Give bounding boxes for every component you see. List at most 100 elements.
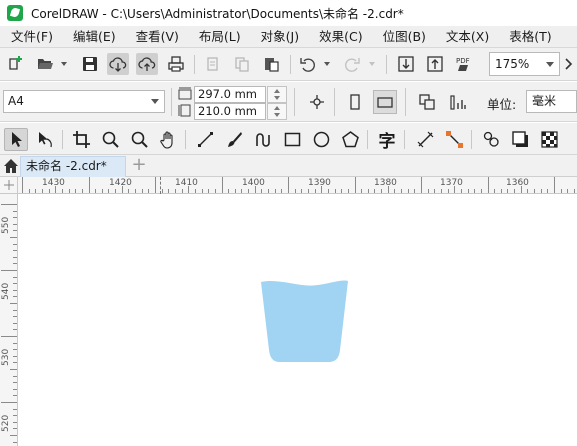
page-width-input[interactable]: 297.0 mm bbox=[194, 86, 266, 103]
menu-view[interactable]: 查看(V) bbox=[126, 26, 189, 48]
save-button[interactable] bbox=[79, 53, 101, 75]
document-tab-bar: 未命名 -2.cdr* + bbox=[0, 155, 577, 177]
shape-tool-button[interactable] bbox=[33, 128, 57, 151]
units-select[interactable]: 毫米 bbox=[526, 90, 577, 113]
align-to-page-button[interactable] bbox=[305, 90, 329, 114]
ruler-label: 1390 bbox=[308, 178, 331, 188]
ruler-tick bbox=[241, 189, 243, 193]
zoom-out-button[interactable] bbox=[127, 128, 151, 151]
menu-object[interactable]: 对象(J) bbox=[251, 26, 309, 48]
ruler-tick bbox=[95, 189, 97, 193]
export-button[interactable] bbox=[424, 53, 446, 75]
ruler-tick bbox=[294, 189, 296, 193]
ruler-origin[interactable] bbox=[0, 177, 18, 194]
ruler-origin-icon bbox=[4, 180, 14, 190]
menu-table[interactable]: 表格(T) bbox=[499, 26, 561, 48]
portrait-icon bbox=[350, 94, 360, 110]
menu-bitmaps[interactable]: 位图(B) bbox=[373, 26, 436, 48]
ruler-tick bbox=[41, 189, 43, 193]
import-button[interactable] bbox=[395, 53, 417, 75]
tab-document[interactable]: 未命名 -2.cdr* bbox=[20, 156, 126, 177]
crop-tool-button[interactable] bbox=[69, 128, 93, 151]
ruler-tick bbox=[28, 189, 30, 193]
ruler-tick bbox=[13, 382, 17, 384]
rectangle-tool-button[interactable] bbox=[280, 128, 304, 151]
cloud-download-button[interactable] bbox=[107, 53, 129, 75]
ruler-tick bbox=[454, 186, 456, 193]
new-document-icon bbox=[9, 56, 22, 70]
publish-pdf-button[interactable]: PDF bbox=[453, 53, 475, 75]
ellipse-tool-button[interactable] bbox=[309, 128, 333, 151]
smart-drawing-button[interactable] bbox=[251, 128, 275, 151]
vertical-ruler[interactable]: 550 540 530 520 bbox=[0, 194, 18, 446]
parallel-dimension-button[interactable] bbox=[413, 128, 437, 151]
cloud-upload-button[interactable] bbox=[136, 53, 158, 75]
zoom-out-icon bbox=[131, 131, 148, 148]
landscape-button[interactable] bbox=[373, 90, 397, 114]
redo-button[interactable] bbox=[341, 53, 363, 75]
ruler-tick bbox=[135, 189, 137, 193]
toolbar-separator bbox=[171, 88, 172, 116]
page-size-select[interactable]: A4 bbox=[3, 90, 165, 113]
pick-tool-button[interactable] bbox=[4, 128, 28, 151]
blend-tool-button[interactable] bbox=[479, 128, 503, 151]
ruler-tick bbox=[214, 189, 216, 193]
horizontal-ruler[interactable]: 1430 1420 1410 1400 1390 1380 1370 1360 bbox=[18, 177, 577, 194]
home-button[interactable] bbox=[2, 157, 20, 175]
page-width-spinner[interactable] bbox=[267, 86, 287, 103]
menu-edit[interactable]: 编辑(E) bbox=[63, 26, 126, 48]
new-document-button[interactable] bbox=[5, 53, 27, 75]
menu-text[interactable]: 文本(X) bbox=[436, 26, 499, 48]
page-height-spinner[interactable] bbox=[267, 103, 287, 120]
target-icon bbox=[310, 95, 324, 109]
page-height-input[interactable]: 210.0 mm bbox=[194, 103, 266, 120]
ruler-tick bbox=[128, 189, 130, 193]
menu-effects[interactable]: 效果(C) bbox=[309, 26, 372, 48]
menu-layout[interactable]: 布局(L) bbox=[189, 26, 251, 48]
copy-button[interactable] bbox=[231, 53, 253, 75]
ruler-tick bbox=[547, 189, 549, 193]
chevron-right-icon bbox=[565, 58, 573, 70]
portrait-button[interactable] bbox=[343, 90, 367, 114]
paste-button[interactable] bbox=[260, 53, 282, 75]
ruler-tick bbox=[13, 342, 17, 344]
cup-shape[interactable] bbox=[260, 278, 350, 364]
print-icon bbox=[168, 56, 184, 72]
ruler-tick bbox=[434, 189, 436, 193]
current-page-button[interactable] bbox=[446, 90, 470, 114]
pick-tool-icon bbox=[11, 132, 22, 147]
zoom-dropdown-arrow[interactable] bbox=[540, 53, 559, 75]
title-bar: CorelDRAW - C:\Users\Administrator\Docum… bbox=[0, 0, 577, 26]
ruler-tick bbox=[13, 375, 17, 377]
drawing-canvas[interactable] bbox=[19, 194, 577, 446]
artistic-media-button[interactable] bbox=[222, 128, 246, 151]
open-dropdown-arrow[interactable] bbox=[61, 62, 67, 66]
ruler-tick bbox=[347, 189, 349, 193]
pan-tool-button[interactable] bbox=[156, 128, 180, 151]
ruler-tick bbox=[341, 189, 343, 193]
cut-button[interactable] bbox=[202, 53, 224, 75]
ruler-label: 1400 bbox=[242, 178, 265, 188]
freehand-tool-button[interactable] bbox=[193, 128, 217, 151]
polygon-tool-button[interactable] bbox=[338, 128, 362, 151]
undo-button[interactable] bbox=[297, 53, 319, 75]
all-pages-button[interactable] bbox=[415, 90, 439, 114]
drop-shadow-button[interactable] bbox=[508, 128, 532, 151]
ruler-tick bbox=[13, 329, 17, 331]
text-tool-button[interactable]: 字 bbox=[375, 128, 399, 152]
ruler-tick bbox=[440, 189, 442, 193]
undo-dropdown-arrow[interactable] bbox=[324, 62, 330, 66]
menu-file[interactable]: 文件(F) bbox=[0, 26, 63, 48]
transparency-tool-button[interactable] bbox=[537, 128, 561, 151]
print-button[interactable] bbox=[165, 53, 187, 75]
add-tab-button[interactable]: + bbox=[131, 156, 147, 174]
connector-tool-button[interactable] bbox=[442, 128, 466, 151]
redo-icon bbox=[345, 58, 360, 72]
open-button[interactable] bbox=[34, 53, 56, 75]
zoom-tool-button[interactable] bbox=[98, 128, 122, 151]
ruler-tick bbox=[108, 189, 110, 193]
ruler-tick bbox=[414, 189, 416, 193]
toolbar-overflow-button[interactable] bbox=[558, 53, 577, 75]
redo-dropdown-arrow[interactable] bbox=[369, 62, 375, 66]
ruler-tick bbox=[527, 189, 529, 193]
